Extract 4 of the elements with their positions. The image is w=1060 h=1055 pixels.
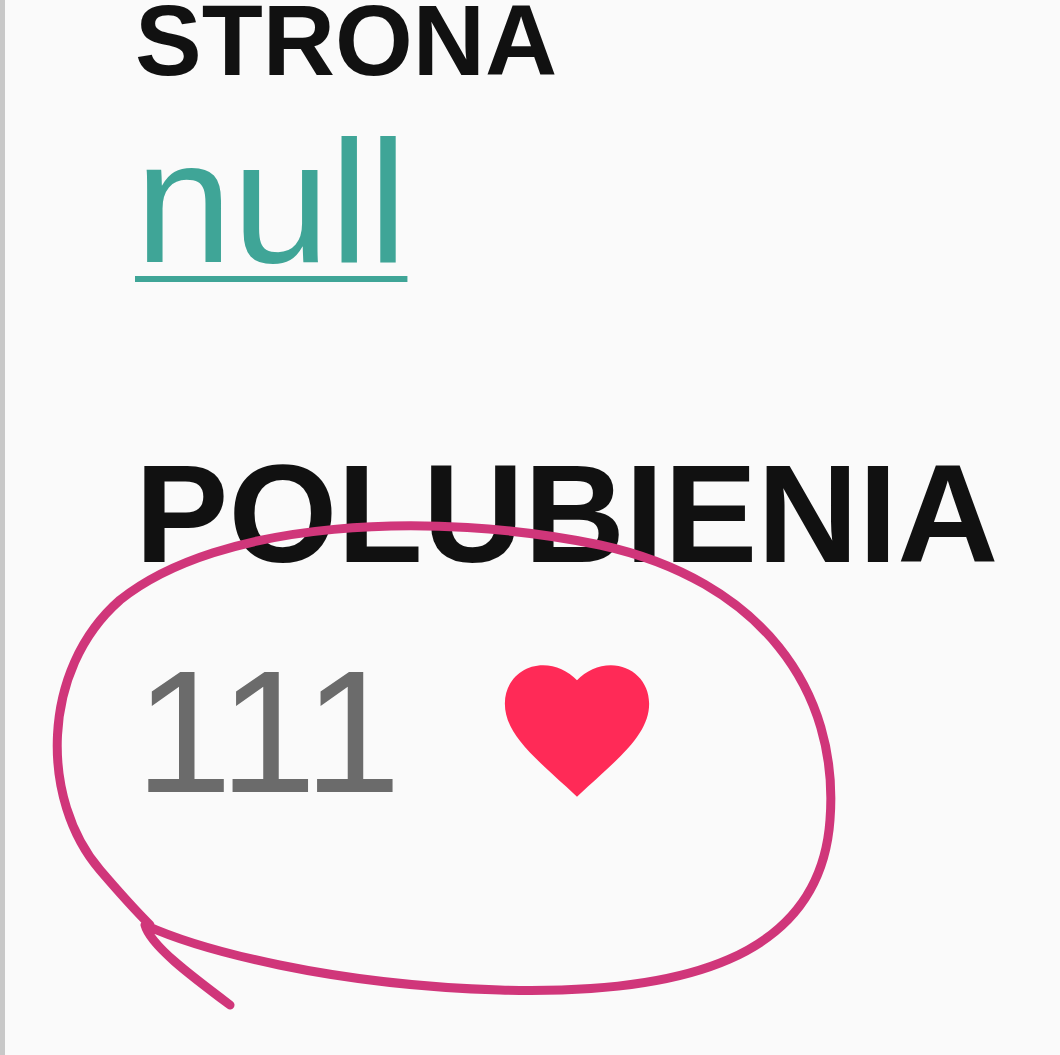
page-link[interactable]: null (135, 110, 408, 294)
likes-count: 111 (135, 643, 401, 819)
section-heading: STRONA (135, 0, 558, 90)
section-heading: POLUBIENIA (135, 443, 999, 584)
